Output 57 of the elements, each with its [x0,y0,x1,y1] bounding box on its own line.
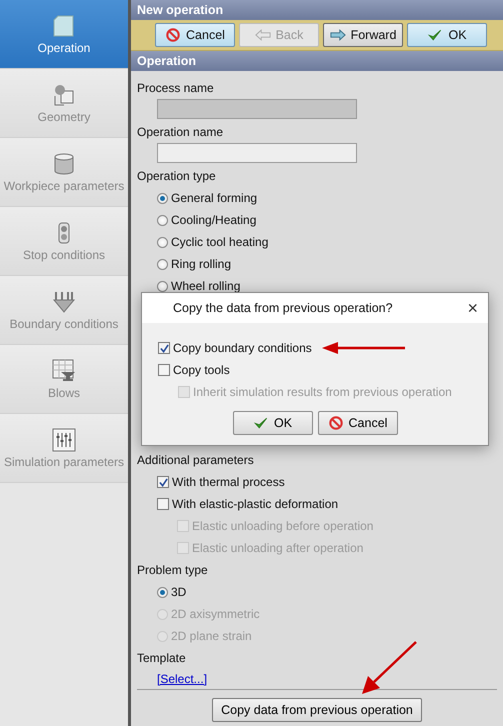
toolbar-button[interactable]: OK [407,23,487,47]
dialog-button[interactable]: OK [232,411,312,435]
radio-label: Cooling/Heating [171,213,256,227]
radio-label: 2D axisymmetric [171,607,260,621]
group-label: Problem type [137,562,209,579]
field-label: Process name [137,80,215,97]
checkbox-label: Copy tools [173,363,230,377]
no-entry-icon [328,416,344,430]
check-icon [427,28,444,42]
radio-label: 3D [171,585,186,599]
group-label: Template [137,650,187,667]
radio-button[interactable] [157,192,168,204]
check-icon [252,416,269,430]
no-entry-icon [165,28,182,42]
select-link[interactable]: [Select...] [157,669,208,689]
checkbox-label: Elastic unloading before operation [192,519,374,533]
radio-label: General forming [171,191,258,205]
checkbox-label: With thermal process [172,475,285,489]
group-label: Operation type [137,168,217,185]
checkbox[interactable] [157,476,169,488]
checkbox-label: Inherit simulation results from previous operation [193,385,452,399]
grid-anvil-icon [52,358,76,382]
copy-data-button[interactable]: Copy data from previous operation [212,698,422,722]
annotation-arrow [360,640,418,696]
cylinder-icon [52,152,76,176]
sliders-icon [52,428,76,452]
radio-label: 2D plane strain [171,629,252,643]
toolbar-button[interactable]: Forward [323,23,403,47]
sphere-cube-icon [52,82,76,106]
dialog-button[interactable]: Cancel [318,411,398,435]
left-arrow-icon [254,28,271,42]
radio-label: Wheel rolling [171,279,240,293]
down-arrows-icon [52,290,76,314]
section-title: Operation [131,51,503,71]
radio-button[interactable] [157,586,168,598]
radio-button[interactable] [157,214,168,226]
radio-button[interactable] [157,280,168,292]
text-field[interactable] [157,143,357,163]
panel-title: New operation [131,0,503,20]
page-icon [52,14,76,38]
field-label: Operation name [137,124,224,141]
checkbox[interactable] [157,498,169,510]
checkbox[interactable] [158,364,170,376]
radio-button[interactable] [157,236,168,248]
checkbox-label: With elastic-plastic deformation [172,497,338,511]
checkbox-label: Elastic unloading after operation [192,541,364,555]
group-label: Additional parameters [137,452,255,469]
checkbox[interactable] [158,342,170,354]
toolbar-button[interactable]: Cancel [155,23,235,47]
radio-button[interactable] [157,258,168,270]
checkbox-label: Copy boundary conditions [173,341,312,355]
right-arrow-icon [330,28,346,42]
sidebar-item[interactable]: Operation [0,0,128,69]
close-icon[interactable]: × [467,299,478,317]
radio-label: Ring rolling [171,257,232,271]
dialog-title: Copy the data from previous operation? [173,301,393,315]
radio-label: Cyclic tool heating [171,235,268,249]
